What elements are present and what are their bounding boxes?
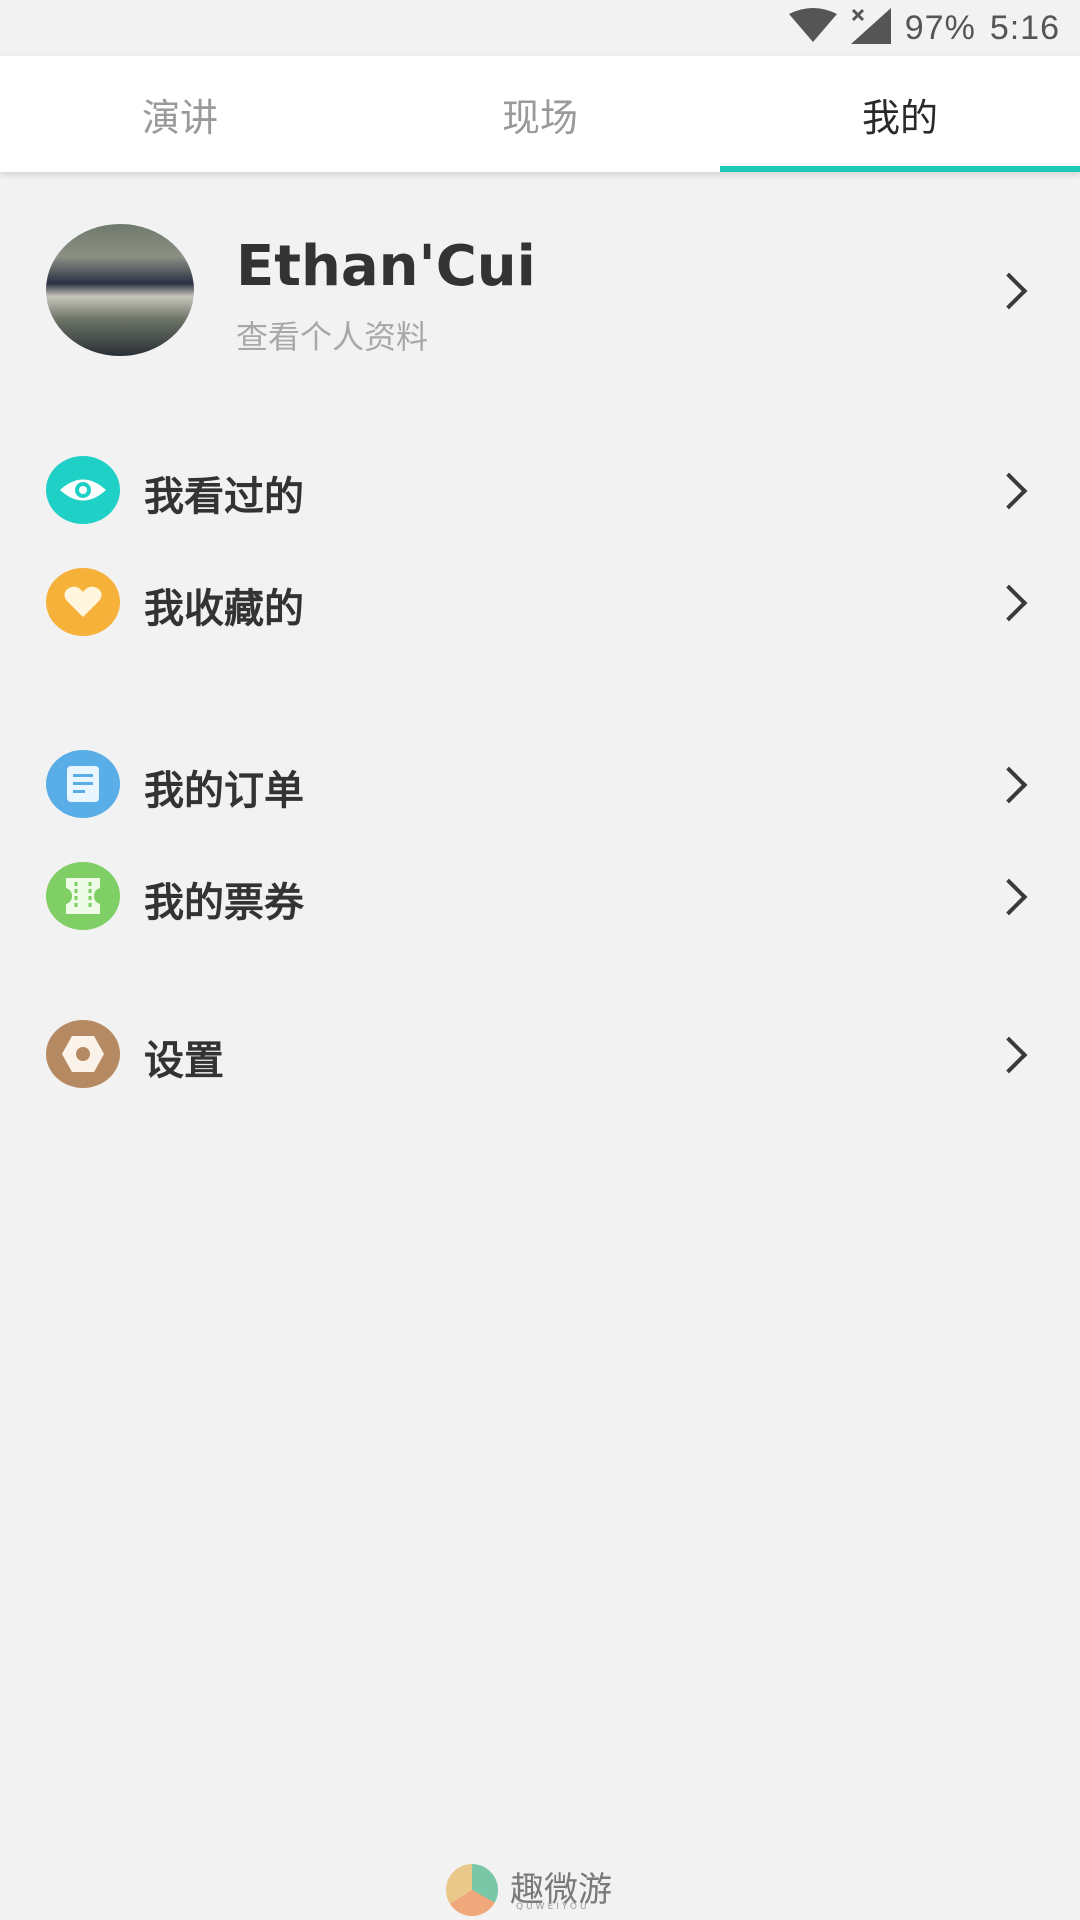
wifi-icon	[788, 8, 837, 48]
chevron-right-icon	[990, 878, 1028, 916]
top-tab-bar: 演讲 现场 我的	[0, 56, 1080, 172]
status-bar: 97% 5:16	[0, 0, 1080, 56]
battery-level: 97%	[904, 8, 976, 47]
tab-label: 我的	[861, 95, 938, 140]
tab-live[interactable]: 现场	[360, 56, 720, 172]
menu-label: 我的票券	[144, 880, 304, 926]
status-indicators: 97% 5:16	[788, 6, 1060, 50]
active-tab-indicator	[720, 166, 1080, 172]
menu-label: 我看过的	[144, 474, 304, 520]
menu-item-orders[interactable]: 我的订单	[0, 734, 1080, 834]
menu-label: 我的订单	[144, 768, 304, 814]
chevron-right-icon	[990, 272, 1028, 310]
menu-label: 我收藏的	[144, 586, 304, 632]
chevron-right-icon	[990, 766, 1028, 804]
chevron-right-icon	[990, 1036, 1028, 1074]
chevron-right-icon	[990, 472, 1028, 510]
document-icon	[46, 750, 120, 818]
menu-item-favorites[interactable]: 我收藏的	[0, 552, 1080, 652]
tab-label: 演讲	[141, 95, 218, 140]
menu-item-tickets[interactable]: 我的票券	[0, 846, 1080, 946]
view-profile-link: 查看个人资料	[236, 318, 429, 356]
avatar[interactable]	[46, 224, 194, 356]
eye-icon	[46, 456, 120, 524]
tab-mine[interactable]: 我的	[720, 56, 1080, 172]
menu-item-watched[interactable]: 我看过的	[0, 440, 1080, 540]
brand-logo-icon	[446, 1864, 498, 1916]
ticket-icon	[46, 862, 120, 930]
menu-item-settings[interactable]: 设置	[0, 1004, 1080, 1104]
chevron-right-icon	[990, 584, 1028, 622]
menu-label: 设置	[144, 1038, 224, 1084]
tab-speech[interactable]: 演讲	[0, 56, 360, 172]
brand-watermark: 趣微游 QUWEIYOU	[446, 1860, 646, 1916]
profile-row[interactable]: Ethan'Cui 查看个人资料	[0, 220, 1080, 360]
heart-icon	[46, 568, 120, 636]
tab-label: 现场	[501, 95, 578, 140]
signal-icon	[850, 8, 891, 48]
hexagon-nut-icon	[46, 1020, 120, 1088]
clock: 5:16	[989, 8, 1060, 47]
profile-name: Ethan'Cui	[236, 234, 536, 299]
brand-subtitle: QUWEIYOU	[516, 1902, 590, 1912]
